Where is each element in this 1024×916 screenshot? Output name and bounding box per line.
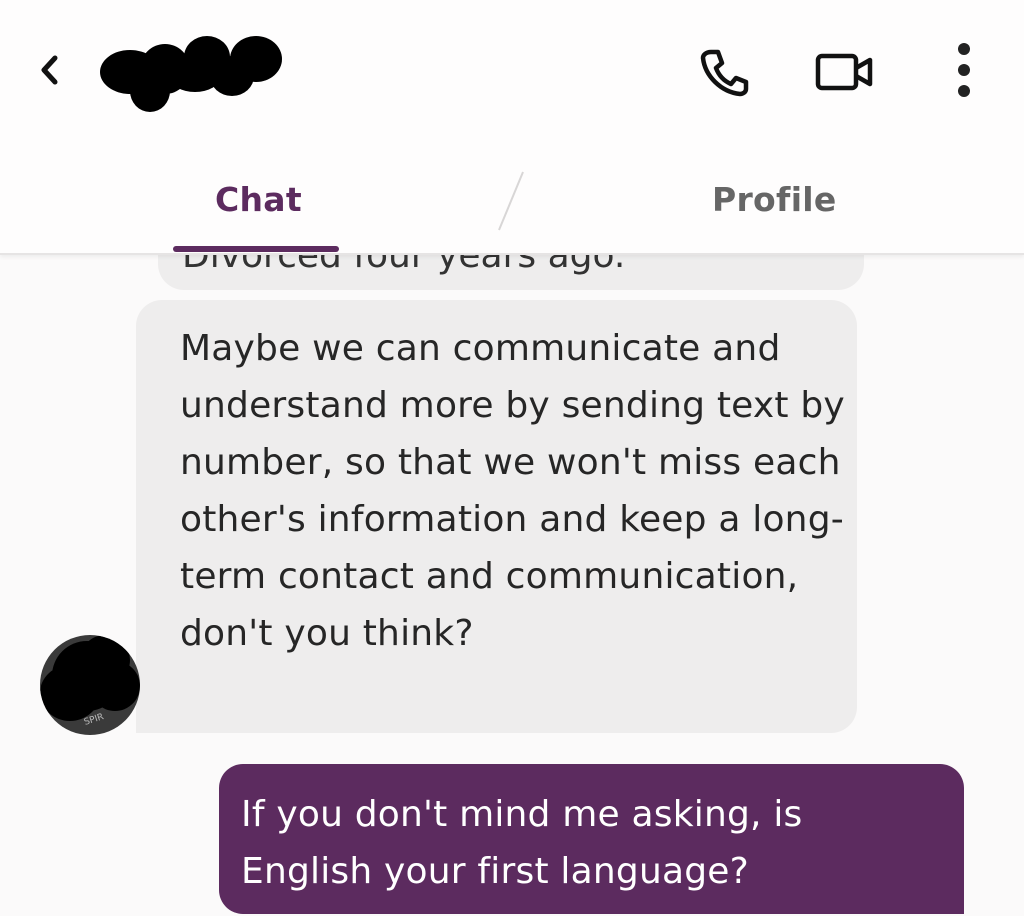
redaction-mark: [230, 36, 282, 82]
tab-profile[interactable]: Profile: [712, 180, 837, 219]
avatar[interactable]: SPIR: [40, 635, 140, 735]
chat-header: Chat Profile: [0, 0, 1024, 255]
incoming-message-bubble: Divorced four years ago.: [158, 255, 864, 290]
back-button[interactable]: [30, 50, 70, 90]
chevron-left-icon: [41, 55, 58, 85]
active-tab-indicator: [173, 246, 339, 252]
tab-chat[interactable]: Chat: [215, 180, 302, 219]
voice-call-button[interactable]: [698, 46, 750, 98]
outgoing-message-bubble[interactable]: If you don't mind me asking, is English …: [219, 764, 964, 914]
message-text: If you don't mind me asking, is English …: [241, 794, 803, 892]
message-list[interactable]: Divorced four years ago. Maybe we can co…: [0, 255, 1024, 916]
incoming-message-bubble[interactable]: Maybe we can communicate and understand …: [136, 300, 857, 733]
tab-bar: Chat Profile: [0, 160, 1024, 255]
chat-screen: Chat Profile Divorced four years ago. Ma…: [0, 0, 1024, 916]
phone-icon: [700, 49, 749, 97]
redaction-mark: [130, 70, 170, 112]
more-vertical-icon: [958, 43, 970, 97]
message-text: Maybe we can communicate and understand …: [180, 328, 845, 654]
more-options-button[interactable]: [944, 40, 984, 102]
redaction-mark: [90, 661, 140, 711]
tab-divider: [498, 171, 524, 231]
video-call-button[interactable]: [812, 46, 878, 98]
video-camera-icon: [815, 53, 873, 91]
contact-name[interactable]: [100, 36, 290, 112]
message-text: Divorced four years ago.: [182, 255, 626, 276]
redaction-mark: [170, 62, 220, 92]
